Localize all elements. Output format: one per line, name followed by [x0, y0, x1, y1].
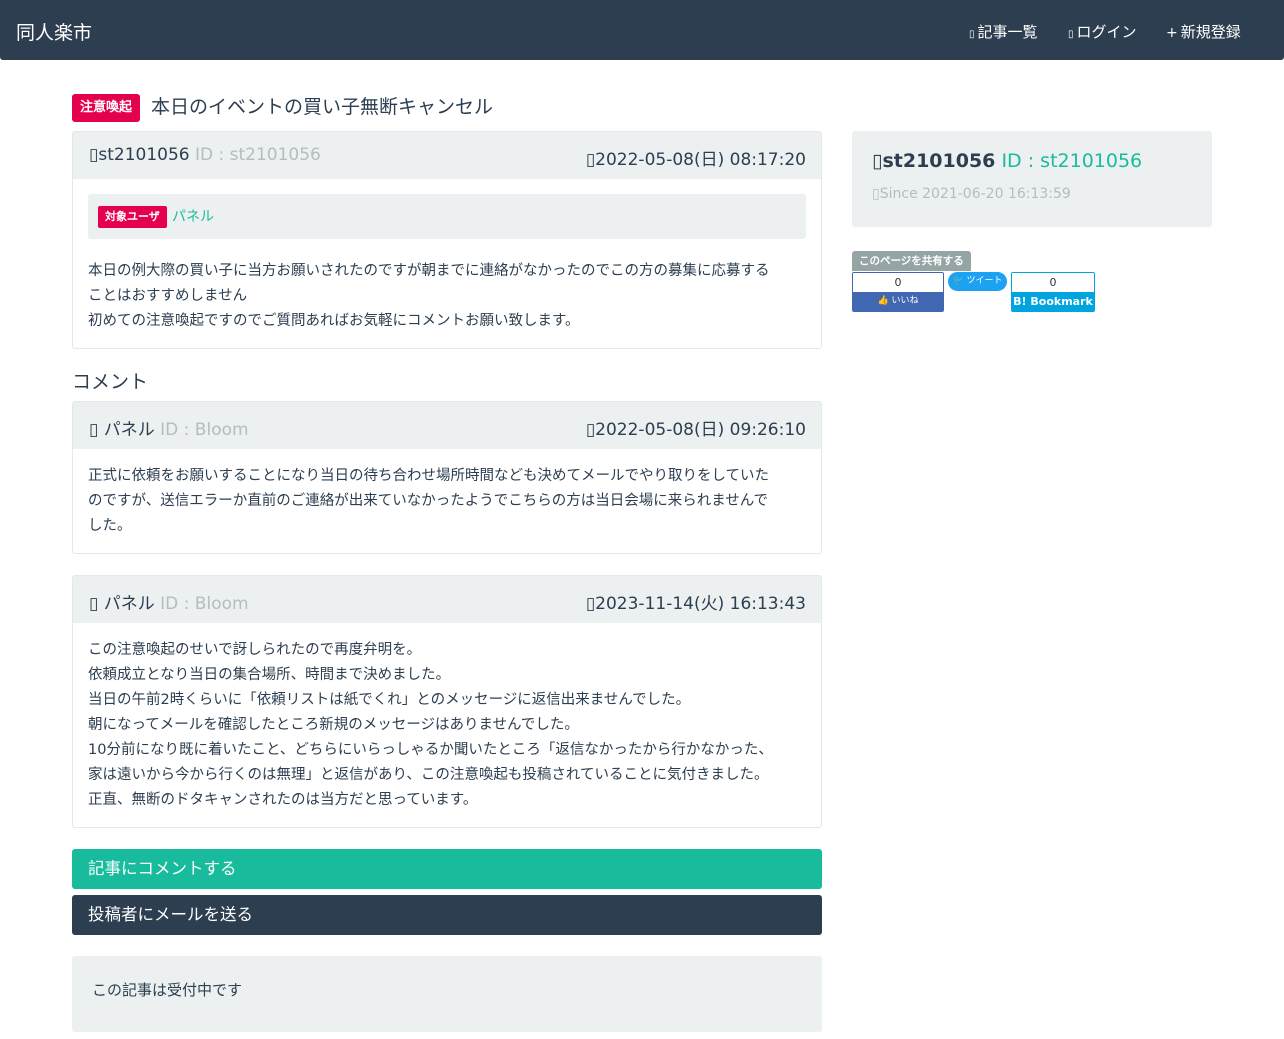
comments-heading: コメント: [72, 371, 149, 393]
body-line: 依頼成立となり当日の集合場所、時間まで決めました。: [88, 667, 451, 683]
comment-header: ▯ パネル ID : Bloom ▯2023-11-14(火) 16:13:43: [73, 576, 821, 623]
article-card: ▯st2101056 ID : st2101056 ▯2022-05-08(日)…: [72, 131, 822, 349]
comment-card: ▯ パネル ID : Bloom ▯2022-05-08(日) 09:26:10…: [72, 401, 822, 554]
body-line: 初めての注意喚起ですのでご質問あればお気軽にコメントお願い致します。: [88, 313, 580, 329]
body-line: 正直、無断のドタキャンされたのは当方だと思っています。: [88, 792, 478, 808]
profile-name[interactable]: ▯st2101056 ID : st2101056: [872, 150, 1142, 172]
facebook-count: 0: [853, 273, 943, 292]
article-header: ▯st2101056 ID : st2101056 ▯2022-05-08(日)…: [73, 132, 821, 179]
body-line: 10分前になり既に着いたこと、どちらにいらっしゃるか聞いたところ「返信なかったか…: [88, 742, 773, 758]
nav-articles-link[interactable]: ▯ 記事一覧: [969, 21, 1038, 42]
article-date: ▯2022-05-08(日) 08:17:20: [585, 150, 806, 170]
body-line: ことはおすすめしません: [88, 288, 248, 304]
body-line: 朝になってメールを確認したところ新規のメッセージはありませんでした。: [88, 717, 579, 733]
calendar-icon: ▯: [872, 186, 880, 202]
status-text: この記事は受付中です: [92, 981, 243, 999]
comment-header: ▯ パネル ID : Bloom ▯2022-05-08(日) 09:26:10: [73, 402, 821, 449]
login-icon: ▯: [1068, 29, 1074, 40]
status-box: この記事は受付中です: [72, 956, 822, 1032]
comment-body: この注意喚起のせいで訝しられたので再度弁明を。 依頼成立となり当日の集合場所、時…: [73, 623, 821, 813]
nav-register-link[interactable]: + 新規登録: [1166, 21, 1241, 42]
category-badge: 注意喚起: [72, 94, 141, 122]
user-icon: ▯: [872, 150, 883, 172]
body-line: 本日の例大際の買い子に当方お願いされたのですが朝までに連絡がなかったのでこの方の…: [88, 263, 770, 279]
comment-author[interactable]: ▯ パネル ID : Bloom: [89, 415, 249, 440]
comment-author[interactable]: ▯ パネル ID : Bloom: [89, 589, 249, 614]
target-user-badge: 対象ユーザ: [98, 206, 167, 228]
body-line: のですが、送信エラーか直前のご連絡が出来ていなかったようでこちらの方は当日会場に…: [88, 493, 769, 509]
user-icon: ▯: [89, 420, 99, 440]
hatena-bookmark-label: B! Bookmark: [1012, 292, 1094, 311]
body-line: 正式に依頼をお願いすることになり当日の待ち合わせ場所時間なども決めてメールでやり…: [88, 468, 770, 484]
share-label: このページを共有する: [852, 251, 971, 271]
author-id: ID : Bloom: [160, 420, 249, 440]
navbar: 同人楽市 ▯ 記事一覧 ▯ ログイン + 新規登録: [0, 0, 1284, 60]
send-mail-button[interactable]: 投稿者にメールを送る: [72, 895, 822, 935]
clock-icon: ▯: [585, 150, 596, 170]
target-user-link[interactable]: パネル: [172, 206, 214, 228]
brand-logo[interactable]: 同人楽市: [16, 18, 92, 45]
clock-icon: ▯: [585, 594, 596, 614]
profile-since: ▯Since 2021-06-20 16:13:59: [872, 186, 1071, 202]
facebook-like-button[interactable]: 0 👍 いいね: [852, 272, 944, 312]
hatena-bookmark-button[interactable]: 0 B! Bookmark: [1011, 272, 1095, 312]
user-icon: ▯: [89, 594, 99, 614]
page-title: 本日のイベントの買い子無断キャンセル: [151, 96, 494, 118]
author-id: ID : Bloom: [160, 594, 249, 614]
facebook-like-label: 👍 いいね: [853, 292, 943, 311]
nav-login-link[interactable]: ▯ ログイン: [1068, 21, 1137, 42]
body-line: 当日の午前2時くらいに「依頼リストは紙でくれ」とのメッセージに返信出来ませんでし…: [88, 692, 691, 708]
user-icon: ▯: [89, 145, 99, 165]
article-author[interactable]: ▯st2101056 ID : st2101056: [89, 145, 321, 165]
plus-icon: +: [1166, 25, 1178, 41]
target-user-box: 対象ユーザ パネル: [88, 194, 806, 239]
post-comment-button[interactable]: 記事にコメントする: [72, 849, 822, 889]
profile-box: ▯st2101056 ID : st2101056 ▯Since 2021-06…: [852, 131, 1212, 227]
author-id: ID : st2101056: [195, 145, 321, 165]
comment-date: ▯2022-05-08(日) 09:26:10: [585, 420, 806, 440]
hatena-count: 0: [1012, 273, 1094, 292]
body-line: した。: [88, 518, 132, 534]
clock-icon: ▯: [585, 420, 596, 440]
body-line: 家は遠いから今から行くのは無理」と返信があり、この注意喚起も投稿されていることに…: [88, 767, 769, 783]
article-body: 本日の例大際の買い子に当方お願いされたのですが朝までに連絡がなかったのでこの方の…: [73, 259, 821, 334]
twitter-tweet-button[interactable]: 🐦 ツイート: [948, 272, 1007, 291]
body-line: この注意喚起のせいで訝しられたので再度弁明を。: [88, 642, 422, 658]
comment-card: ▯ パネル ID : Bloom ▯2023-11-14(火) 16:13:43…: [72, 575, 822, 828]
list-icon: ▯: [969, 29, 975, 40]
comment-date: ▯2023-11-14(火) 16:13:43: [585, 594, 806, 614]
comment-body: 正式に依頼をお願いすることになり当日の待ち合わせ場所時間なども決めてメールでやり…: [73, 449, 821, 539]
profile-id: ID : st2101056: [1001, 150, 1143, 172]
